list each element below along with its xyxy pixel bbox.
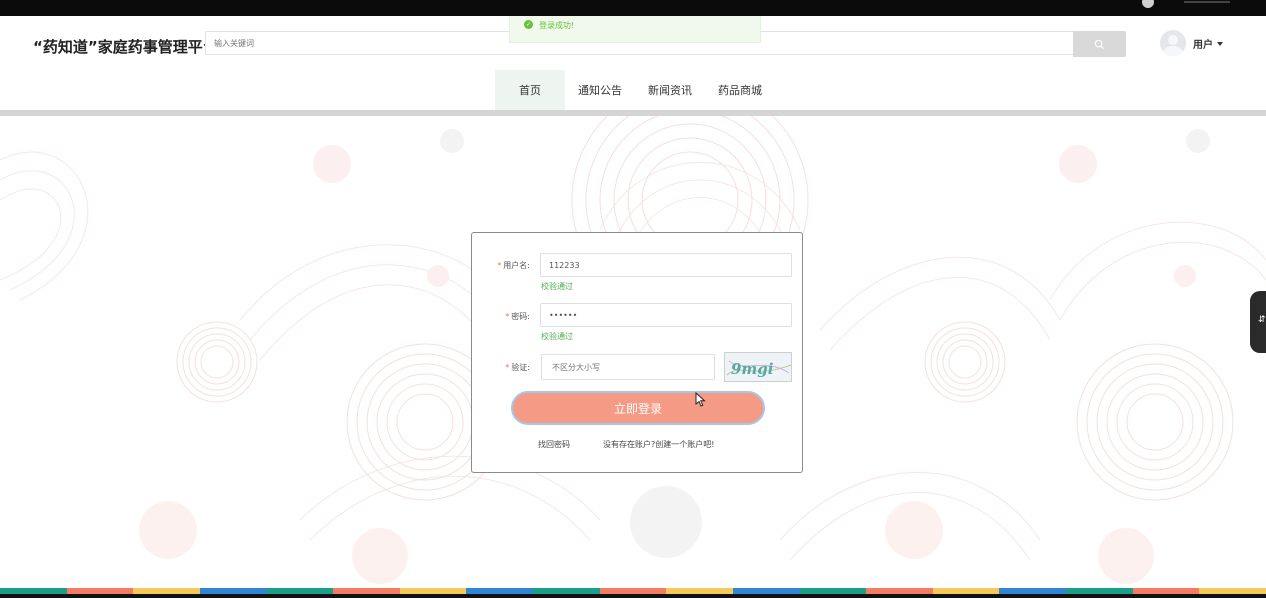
toast-message: 登录成功! <box>539 21 575 30</box>
login-form: *用户名: 校验通过 *密码: 校验通过 *验证: 9mgi 立即登录 找回密码… <box>471 232 803 473</box>
mouse-cursor-icon <box>695 392 706 407</box>
captcha-text: 9mgi <box>731 360 774 378</box>
username-valid-hint: 校验通过 <box>541 282 573 291</box>
username-input[interactable] <box>540 253 792 277</box>
search-button[interactable] <box>1073 31 1126 57</box>
chevron-down-icon <box>1217 41 1223 46</box>
nav-item-1[interactable]: 通知公告 <box>565 70 635 116</box>
password-valid-hint: 校验通过 <box>541 332 573 341</box>
site-title[interactable]: “药知道”家庭药事管理平台 <box>33 36 218 57</box>
user-menu[interactable]: 用户 <box>1193 36 1223 51</box>
nav-item-label: 新闻资讯 <box>648 84 692 97</box>
captcha-input[interactable] <box>541 354 715 380</box>
window-top-bar <box>0 0 1266 16</box>
password-label: * 密码: <box>505 312 530 321</box>
nav-item-0[interactable]: 首页 <box>495 70 565 116</box>
nav-item-label: 药品商城 <box>718 84 762 97</box>
login-button[interactable]: 立即登录 <box>511 391 765 425</box>
nav-item-2[interactable]: 新闻资讯 <box>635 70 705 116</box>
username-label: * 用户名: <box>497 261 530 270</box>
nav-item-label: 通知公告 <box>578 84 622 97</box>
captcha-image[interactable]: 9mgi <box>724 352 792 382</box>
forgot-password-link[interactable]: 找回密码 <box>538 439 570 450</box>
success-toast: ✓ 登录成功! <box>509 16 761 43</box>
side-float-tab[interactable]: ⇵ <box>1250 291 1266 353</box>
avatar-body <box>1163 46 1183 56</box>
user-avatar-icon[interactable] <box>1160 30 1186 56</box>
nav-divider <box>0 110 1266 116</box>
search-icon <box>1094 39 1105 49</box>
check-circle-icon: ✓ <box>524 20 533 29</box>
bottom-edge <box>0 594 1266 598</box>
user-name: 用户 <box>1193 40 1213 51</box>
system-indicator-icon <box>1142 0 1154 8</box>
password-input[interactable] <box>540 303 792 327</box>
captcha-label: * 验证: <box>505 363 530 372</box>
system-indicator-bar <box>1184 1 1230 3</box>
register-link[interactable]: 没有存在账户?创建一个账户吧! <box>603 439 714 450</box>
nav-item-label: 首页 <box>519 84 541 97</box>
captcha-graphic: 9mgi <box>726 360 791 378</box>
avatar-head <box>1168 35 1178 45</box>
side-tab-icon: ⇵ <box>1258 315 1266 325</box>
nav-item-3[interactable]: 药品商城 <box>705 70 775 116</box>
